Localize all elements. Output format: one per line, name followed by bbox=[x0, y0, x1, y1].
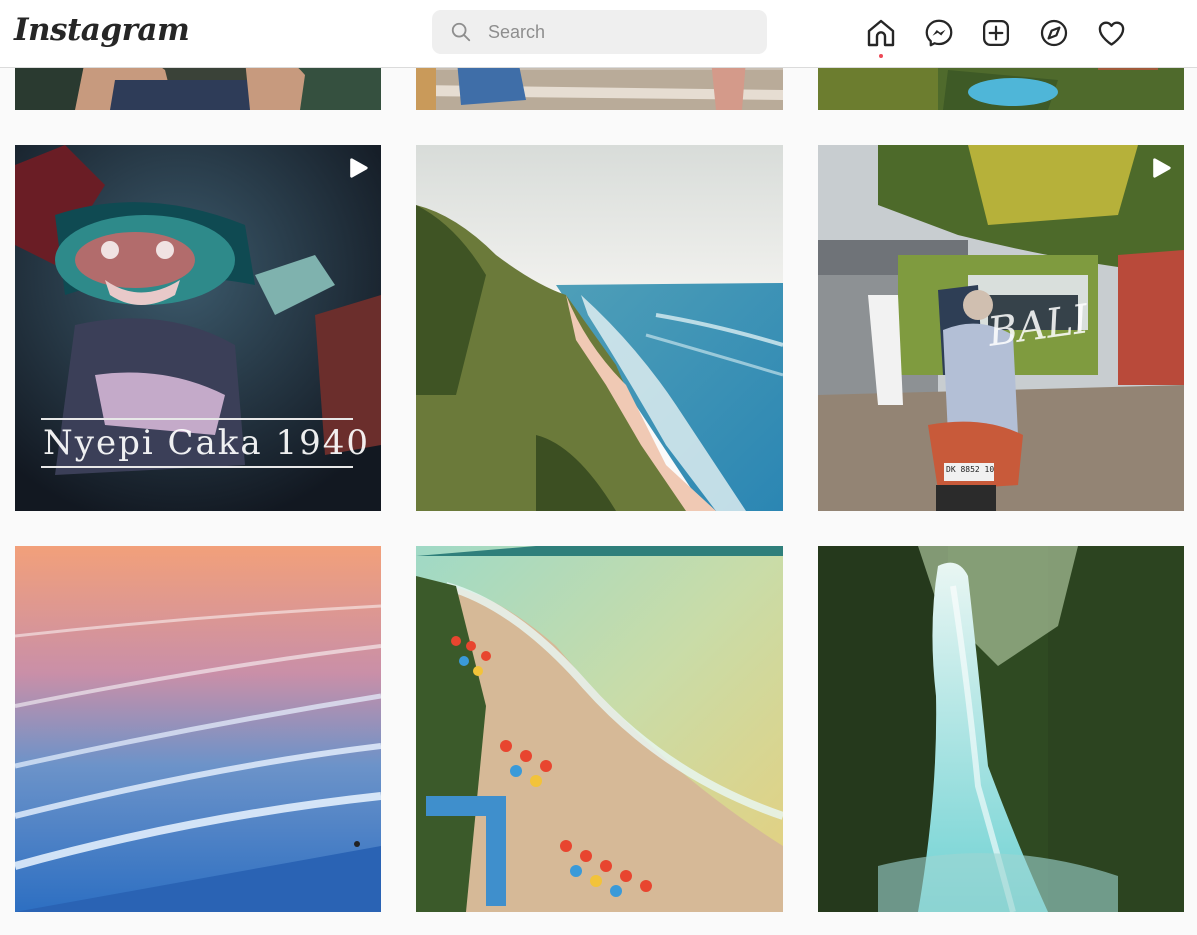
home-active-indicator bbox=[879, 54, 883, 58]
post-tile-bali-street[interactable]: BALI DK 8852 10 bbox=[818, 145, 1184, 511]
activity-heart-icon bbox=[1098, 20, 1124, 46]
search-box[interactable] bbox=[432, 10, 767, 54]
license-plate-text: DK 8852 10 bbox=[946, 465, 995, 474]
search-icon bbox=[451, 22, 471, 42]
messenger-icon bbox=[925, 19, 953, 47]
post-image bbox=[416, 546, 783, 912]
reel-icon bbox=[350, 158, 368, 178]
instagram-logo[interactable]: Instagram bbox=[14, 12, 190, 48]
new-post-icon bbox=[983, 20, 1009, 46]
post-image bbox=[15, 546, 381, 912]
post-tile-nyepi[interactable]: Nyepi Caka 1940 bbox=[15, 145, 381, 511]
explore-button[interactable] bbox=[1037, 16, 1071, 50]
search-input[interactable] bbox=[486, 20, 740, 44]
post-tile-umbrella-beach[interactable] bbox=[416, 546, 783, 912]
home-icon bbox=[867, 19, 895, 47]
post-tile-sunset-waves[interactable] bbox=[15, 546, 381, 912]
activity-button[interactable] bbox=[1094, 16, 1128, 50]
new-post-button[interactable] bbox=[979, 16, 1013, 50]
explore-icon bbox=[1040, 19, 1068, 47]
home-button[interactable] bbox=[864, 16, 898, 58]
post-tile-waterfall[interactable] bbox=[818, 546, 1184, 912]
reel-icon bbox=[1153, 158, 1171, 178]
top-navigation-bar: Instagram bbox=[0, 0, 1197, 68]
messenger-button[interactable] bbox=[922, 16, 956, 50]
post-tile-cliff-beach[interactable] bbox=[416, 145, 783, 511]
overlay-caption: Nyepi Caka 1940 bbox=[43, 423, 371, 463]
post-image bbox=[818, 546, 1184, 912]
post-image bbox=[416, 145, 783, 511]
